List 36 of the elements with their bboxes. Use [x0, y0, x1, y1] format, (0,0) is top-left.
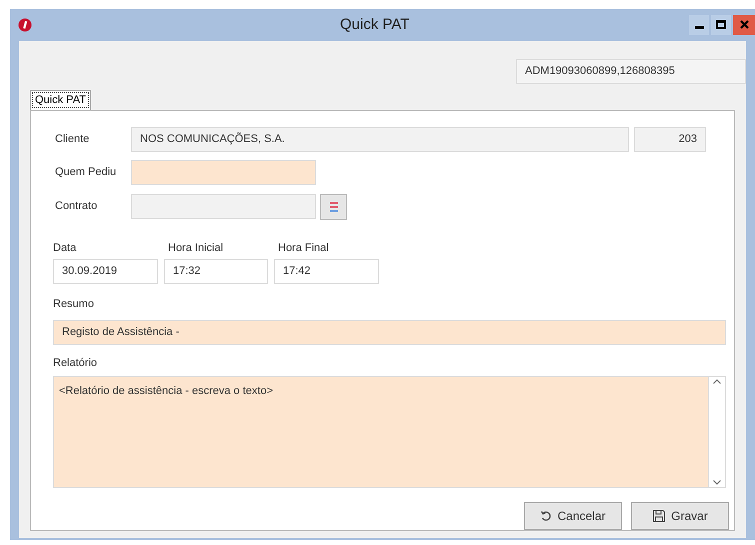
end-time-field[interactable]: 17:42: [274, 259, 379, 284]
field-label: Relatório: [53, 356, 98, 370]
field-label: Quem Pediu: [54, 165, 118, 180]
client-code-field[interactable]: 203: [634, 127, 706, 152]
client-field[interactable]: NOS COMUNICAÇÕES, S.A.: [131, 127, 629, 152]
scroll-up-icon: [713, 379, 721, 384]
close-icon: [740, 20, 748, 30]
cancel-button[interactable]: Cancelar: [524, 502, 622, 530]
tab[interactable]: Quick PAT: [30, 90, 91, 110]
field-label: Hora Final: [277, 240, 330, 256]
close-button[interactable]: [733, 14, 755, 35]
date-field[interactable]: 30.09.2019: [53, 259, 158, 284]
maximize-button[interactable]: [711, 14, 731, 35]
field-label: Resumo: [53, 297, 95, 312]
app-logo-icon: [18, 18, 32, 32]
scroll-down-icon: [713, 480, 721, 485]
undo-icon: [540, 510, 552, 522]
scrollbar[interactable]: [708, 377, 725, 487]
minimize-icon: [694, 26, 704, 30]
report-text-area[interactable]: <Relatório de assistência - escreva o texto>: [53, 376, 726, 488]
record-id-field[interactable]: ADM19093060899,126808395: [516, 58, 746, 84]
report-text: <Relatório de assistência - escreva o texto>: [58, 384, 274, 399]
list-icon: [330, 202, 338, 212]
lookup-button[interactable]: [320, 194, 347, 220]
field-label: Cliente: [54, 132, 90, 148]
minimize-button[interactable]: [689, 14, 709, 35]
field-label: Hora Inicial: [167, 240, 224, 256]
start-time-field[interactable]: 17:32: [164, 259, 268, 284]
field-label: Data: [53, 240, 78, 256]
contract-field[interactable]: [131, 194, 316, 219]
summary-field[interactable]: Registo de Assistência -: [53, 320, 726, 344]
field-label: Contrato: [54, 199, 98, 214]
requester-field[interactable]: [131, 160, 316, 185]
window-title: Quick PAT: [340, 14, 410, 34]
maximize-icon: [716, 20, 726, 30]
save-button[interactable]: Gravar: [631, 502, 729, 530]
